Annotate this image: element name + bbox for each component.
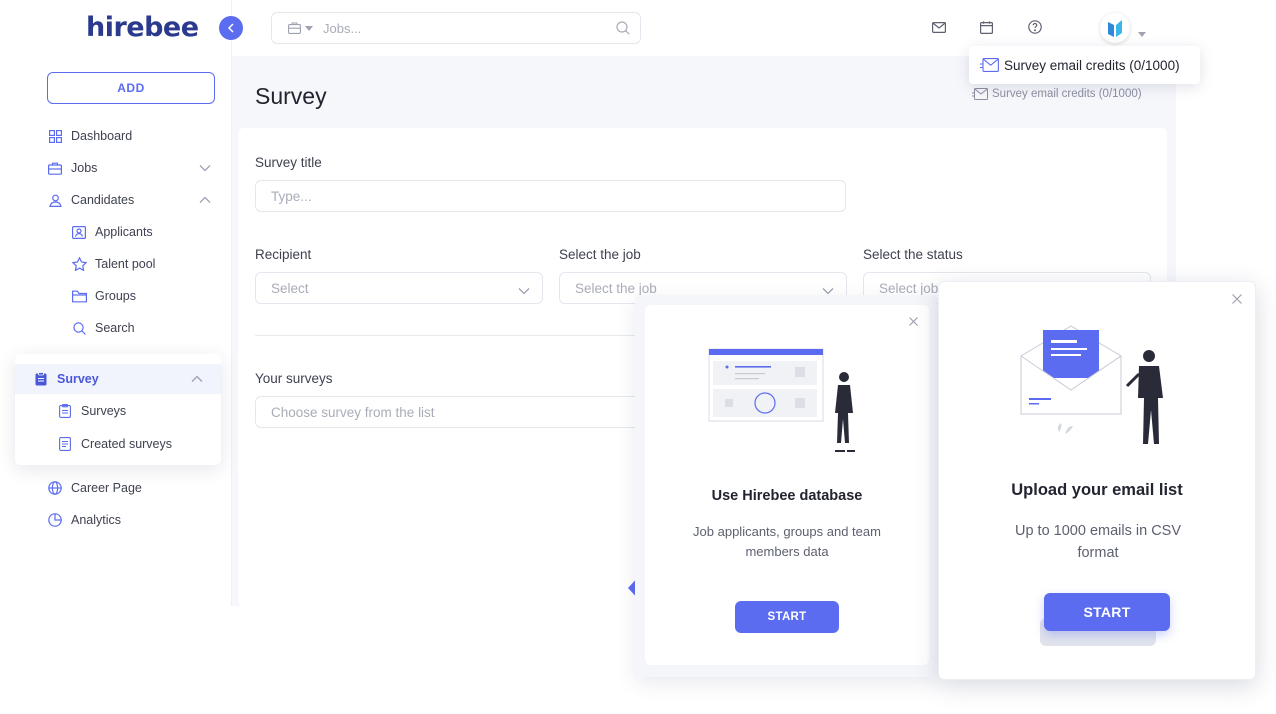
sidebar-item-label: Search — [95, 321, 135, 335]
sidebar-item-applicants[interactable]: Applicants — [71, 221, 153, 243]
recipient-label: Recipient — [255, 247, 312, 262]
sidebar-item-label: Survey — [57, 372, 99, 386]
credits-tooltip: Survey email credits (0/1000) — [969, 46, 1200, 84]
briefcase-icon — [47, 160, 63, 176]
chevron-down-icon — [518, 283, 530, 298]
clipboard-icon — [33, 371, 49, 387]
search-icon — [71, 320, 87, 336]
sidebar-item-label: Candidates — [71, 193, 135, 207]
collapse-sidebar-button[interactable] — [219, 16, 243, 40]
sidebar-item-created-surveys[interactable]: Created surveys — [57, 433, 172, 455]
survey-credits-label: Survey email credits (0/1000) — [972, 88, 1142, 100]
clipboard-icon — [57, 403, 73, 419]
pie-chart-icon — [47, 512, 63, 528]
sidebar-item-career-page[interactable]: Career Page — [47, 477, 142, 499]
job-value: Select the job — [575, 280, 657, 296]
sidebar-item-surveys[interactable]: Surveys — [57, 400, 126, 422]
document-icon — [57, 436, 73, 452]
sidebar-item-label: Jobs — [71, 161, 98, 175]
sidebar-item-label: Dashboard — [71, 129, 133, 143]
search-icon[interactable] — [616, 21, 630, 38]
database-popup-title: Use Hirebee database — [711, 488, 863, 504]
survey-title-placeholder: Type... — [271, 188, 312, 204]
chevron-left-icon — [227, 23, 235, 33]
your-surveys-label: Your surveys — [255, 371, 333, 386]
search-input[interactable]: Jobs... — [271, 12, 641, 44]
sidebar: hirebee ADD Dashboard Jobs Candidates Ap… — [0, 0, 232, 606]
status-value: Select job — [879, 280, 939, 296]
envelope-icon — [980, 58, 999, 72]
upload-popup-description: Up to 1000 emails in CSV format — [1014, 523, 1182, 561]
sidebar-item-label: Applicants — [95, 225, 153, 239]
star-icon — [71, 256, 87, 272]
survey-title-label: Survey title — [255, 155, 322, 170]
chevron-up-icon[interactable] — [199, 193, 211, 207]
database-popup: Use Hirebee database Job applicants, gro… — [645, 305, 929, 665]
start-database-button[interactable]: START — [735, 601, 839, 633]
chevron-down-icon[interactable] — [199, 161, 211, 175]
sidebar-item-groups[interactable]: Groups — [71, 285, 136, 307]
calendar-icon[interactable] — [978, 19, 994, 35]
help-icon[interactable] — [1027, 19, 1043, 35]
database-popup-description: Job applicants, groups and team members … — [693, 524, 881, 559]
search-placeholder: Jobs... — [323, 20, 362, 36]
avatar[interactable] — [1100, 13, 1130, 43]
credits-tooltip-text: Survey email credits (0/1000) — [1004, 57, 1180, 73]
database-illustration-icon — [707, 347, 867, 460]
caret-down-icon[interactable] — [1138, 24, 1146, 42]
chevron-up-icon[interactable] — [191, 372, 203, 386]
page-title: Survey — [255, 83, 327, 109]
sidebar-item-analytics[interactable]: Analytics — [47, 509, 121, 531]
start-upload-button[interactable]: START — [1044, 593, 1170, 631]
briefcase-icon[interactable] — [288, 22, 301, 34]
id-card-icon — [71, 224, 87, 240]
globe-icon — [47, 480, 63, 496]
surveys-value: Choose survey from the list — [271, 404, 435, 420]
mail-icon[interactable] — [931, 19, 947, 35]
sidebar-item-label: Career Page — [71, 481, 142, 495]
sidebar-item-talent-pool[interactable]: Talent pool — [71, 253, 155, 275]
user-icon — [47, 192, 63, 208]
close-icon[interactable] — [1232, 294, 1242, 304]
sidebar-item-label: Surveys — [81, 404, 127, 418]
survey-menu-card: Survey Surveys Created surveys — [15, 354, 221, 465]
sidebar-item-survey[interactable]: Survey — [15, 364, 221, 394]
sidebar-item-label: Talent pool — [95, 257, 156, 271]
select-job-label: Select the job — [559, 247, 641, 262]
recipient-select[interactable]: Select — [255, 272, 543, 304]
surveys-select[interactable]: Choose survey from the list — [255, 396, 655, 428]
close-icon[interactable] — [908, 316, 918, 326]
select-status-label: Select the status — [863, 247, 963, 262]
credits-text: Survey email credits (0/1000) — [992, 88, 1142, 100]
recipient-value: Select — [271, 280, 309, 296]
sidebar-item-candidates[interactable]: Candidates — [47, 189, 217, 211]
folder-icon — [71, 288, 87, 304]
hirebee-logo[interactable]: hirebee — [86, 12, 199, 43]
sidebar-item-label: Groups — [95, 289, 136, 303]
add-button[interactable]: ADD — [47, 72, 215, 104]
sidebar-item-jobs[interactable]: Jobs — [47, 157, 217, 179]
sidebar-item-search[interactable]: Search — [71, 317, 135, 339]
grid-icon — [47, 128, 63, 144]
upload-popup: Upload your email list Up to 1000 emails… — [938, 281, 1256, 680]
email-list-illustration-icon — [1019, 324, 1179, 454]
sidebar-item-label: Analytics — [71, 513, 122, 527]
envelope-icon — [972, 88, 988, 100]
survey-title-input[interactable]: Type... — [255, 180, 846, 212]
upload-popup-title: Upload your email list — [1011, 481, 1183, 499]
sidebar-item-label: Created surveys — [81, 437, 173, 451]
caret-down-icon[interactable] — [305, 25, 313, 31]
sidebar-item-dashboard[interactable]: Dashboard — [47, 125, 132, 147]
